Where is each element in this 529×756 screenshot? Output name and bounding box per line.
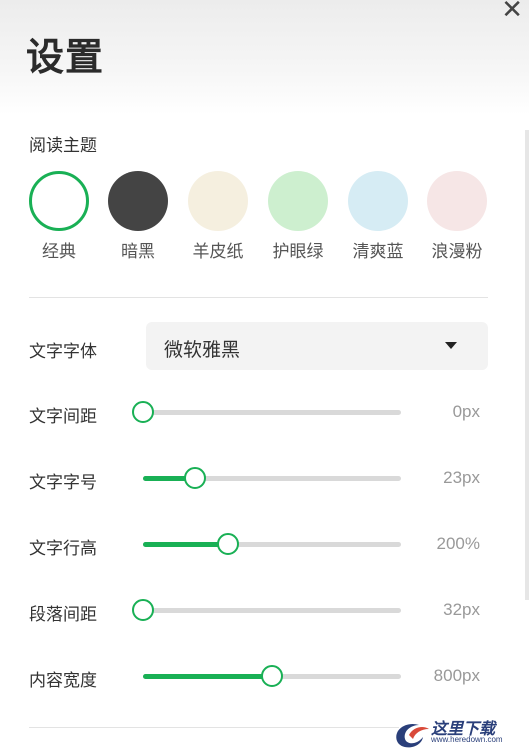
theme-label: 浪漫粉 (431, 242, 483, 261)
theme-swatch (427, 171, 487, 231)
line-height-label: 文字行高 (29, 539, 97, 558)
paragraph-spacing-label: 段落间距 (29, 605, 97, 624)
slider-thumb[interactable] (132, 599, 154, 621)
watermark-swirl-icon (396, 723, 429, 748)
content-width-slider[interactable] (143, 665, 401, 687)
theme-option-classic[interactable]: 经典 (19, 171, 99, 262)
slider-track (143, 608, 401, 613)
letter-spacing-slider[interactable] (132, 401, 401, 423)
theme-swatch (188, 171, 248, 231)
content-width-value: 800px (433, 666, 480, 685)
close-icon[interactable]: ✕ (501, 0, 523, 22)
paragraph-spacing-value: 32px (443, 600, 480, 619)
divider (29, 727, 399, 728)
font-size-label: 文字字号 (29, 473, 97, 492)
theme-option-fresh-blue[interactable]: 清爽蓝 (338, 171, 418, 262)
font-family-value: 微软雅黑 (164, 340, 241, 361)
paragraph-spacing-slider[interactable] (132, 599, 401, 621)
theme-option-romantic-pink[interactable]: 浪漫粉 (417, 171, 497, 262)
theme-label: 清爽蓝 (352, 242, 404, 261)
line-height-value: 200% (436, 534, 480, 553)
content-width-label: 内容宽度 (29, 671, 97, 690)
line-height-slider[interactable] (143, 533, 401, 555)
scrollbar[interactable] (525, 130, 529, 600)
theme-option-dark[interactable]: 暗黑 (98, 171, 178, 262)
caret-down-icon (445, 342, 457, 349)
theme-label: 暗黑 (121, 242, 155, 261)
font-size-value: 23px (443, 468, 480, 487)
font-family-label: 文字字体 (29, 342, 97, 361)
divider (29, 297, 488, 298)
watermark-url: www.heredown.com (431, 735, 503, 744)
slider-fill (143, 542, 229, 547)
theme-label: 经典 (42, 242, 76, 261)
theme-option-parchment[interactable]: 羊皮纸 (178, 171, 258, 262)
font-size-slider[interactable] (143, 467, 401, 489)
theme-label: 羊皮纸 (192, 242, 244, 261)
slider-thumb[interactable] (217, 533, 240, 555)
watermark-logo: 这里下载 www.heredown.com (391, 715, 521, 751)
theme-swatch (29, 171, 89, 231)
letter-spacing-label: 文字间距 (29, 407, 97, 426)
page-title: 设置 (26, 37, 105, 79)
theme-option-eye-green[interactable]: 护眼绿 (258, 171, 338, 262)
theme-swatch (348, 171, 408, 231)
theme-section-label: 阅读主题 (29, 136, 97, 155)
slider-track (143, 410, 401, 415)
slider-thumb[interactable] (261, 665, 283, 687)
slider-thumb[interactable] (183, 467, 206, 489)
theme-swatch (268, 171, 328, 231)
theme-label: 护眼绿 (272, 242, 324, 261)
slider-fill (143, 674, 272, 679)
font-family-select[interactable]: 微软雅黑 (146, 322, 488, 370)
letter-spacing-value: 0px (452, 402, 480, 421)
slider-thumb[interactable] (132, 401, 154, 423)
theme-swatch (108, 171, 168, 231)
